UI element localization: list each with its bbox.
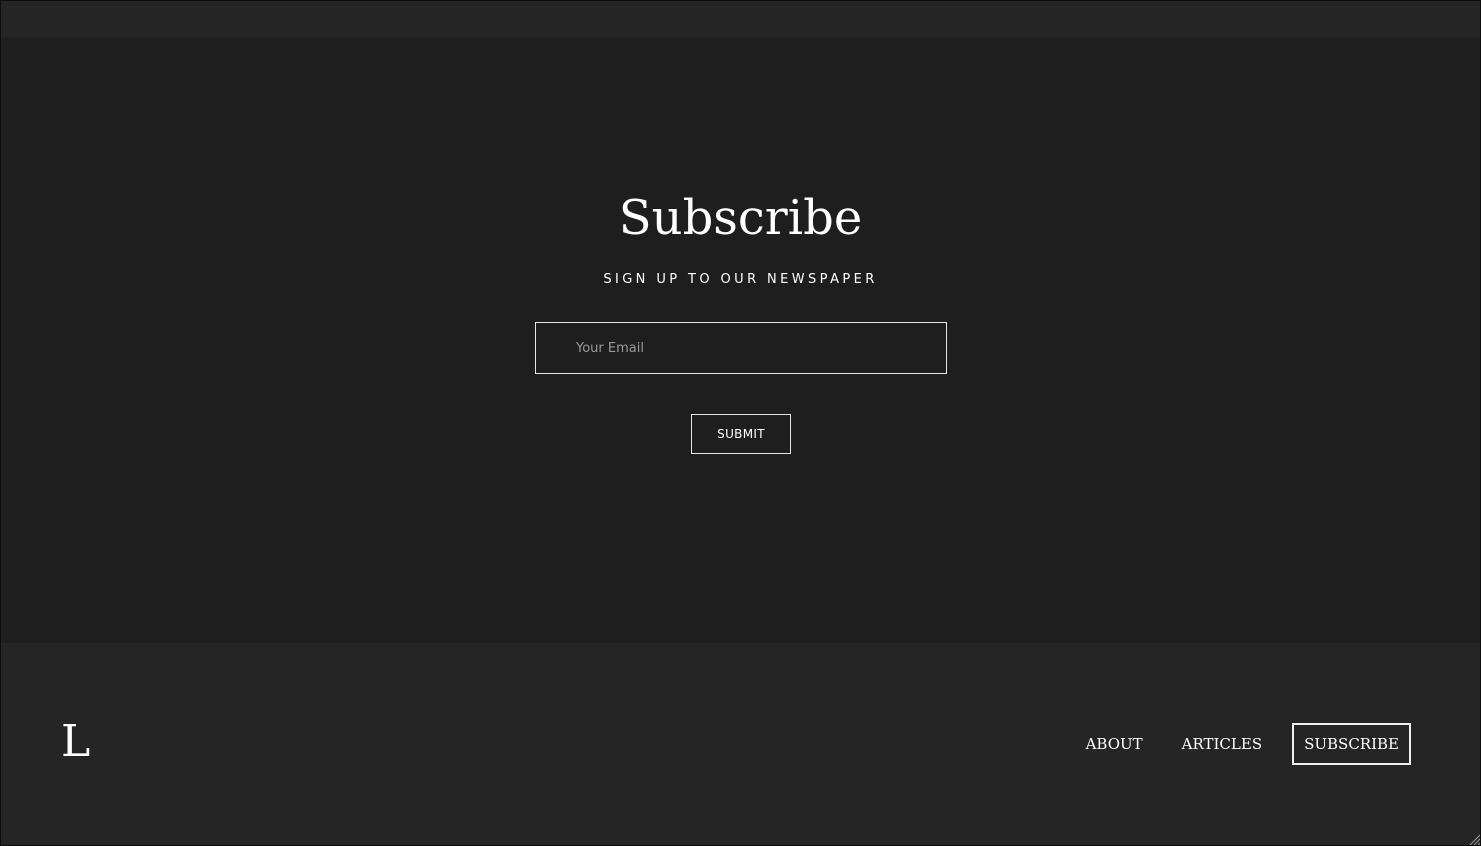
browser-viewport: Subscribe SIGN UP TO OUR NEWSPAPER SUBMI… [0,0,1481,846]
submit-button[interactable]: SUBMIT [691,414,791,454]
top-strip [1,1,1480,38]
footer-nav: ABOUT ARTICLES SUBSCRIBE [1047,723,1411,765]
nav-link-articles[interactable]: ARTICLES [1182,723,1262,765]
subscribe-section: Subscribe SIGN UP TO OUR NEWSPAPER SUBMI… [1,38,1480,643]
footer: L ABOUT ARTICLES SUBSCRIBE [1,643,1480,845]
resize-grip-icon[interactable] [1468,833,1480,845]
subscribe-title: Subscribe [618,190,863,246]
nav-link-subscribe[interactable]: SUBSCRIBE [1292,723,1411,765]
subscribe-subtitle: SIGN UP TO OUR NEWSPAPER [603,272,878,287]
nav-link-about[interactable]: ABOUT [1086,723,1143,765]
email-input[interactable] [535,322,947,374]
footer-logo[interactable]: L [61,716,90,768]
